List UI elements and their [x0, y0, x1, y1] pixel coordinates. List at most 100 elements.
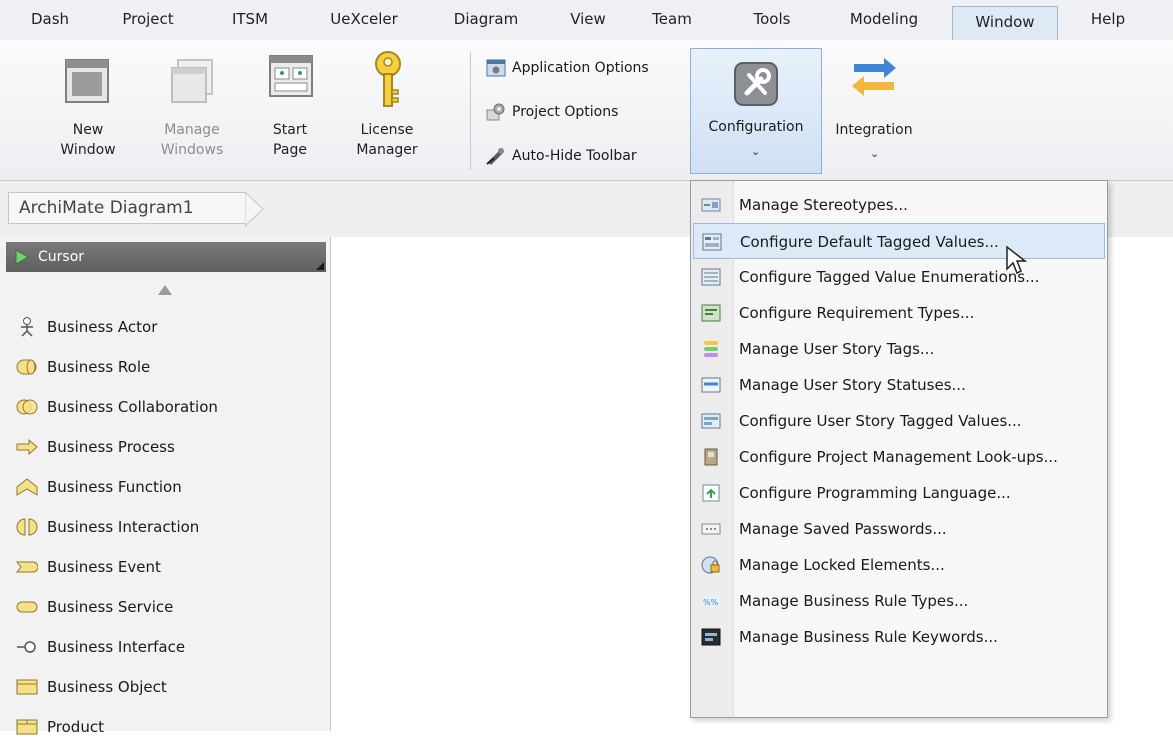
palette-item-label: Business Actor: [47, 318, 158, 336]
new-window-label-2: Window: [60, 142, 116, 158]
auto-hide-toolbar-icon: [486, 148, 504, 165]
key-icon: [375, 51, 401, 107]
manage-windows-label-2: Windows: [160, 142, 224, 158]
password-icon: [701, 523, 721, 535]
svg-text:%%: %%: [703, 598, 719, 607]
menu-diagram[interactable]: Diagram: [440, 0, 532, 40]
menu-team[interactable]: Team: [638, 0, 706, 40]
cursor-tool[interactable]: Cursor: [6, 242, 326, 272]
menu-view[interactable]: View: [554, 0, 622, 40]
palette-item-label: Business Role: [47, 358, 151, 376]
palette-item-label: Business Function: [47, 478, 182, 496]
menu-item-manage-business-rule-types[interactable]: %% Manage Business Rule Types...: [693, 583, 1105, 619]
service-icon: [16, 601, 38, 613]
tools-icon: [734, 62, 778, 106]
menu-project[interactable]: Project: [108, 0, 188, 40]
palette-item-label: Business Interaction: [47, 518, 200, 536]
integration-button[interactable]: Integration ⌄: [828, 40, 920, 180]
menu-item-configure-default-tagged-values[interactable]: Configure Default Tagged Values...: [693, 223, 1105, 259]
scroll-up-icon[interactable]: [158, 285, 172, 295]
license-manager-label-1: License: [360, 122, 414, 138]
menu-uexceler[interactable]: UeXceler: [318, 0, 410, 40]
manage-windows-label-1: Manage: [164, 122, 220, 138]
menu-item-manage-saved-passwords[interactable]: Manage Saved Passwords...: [693, 511, 1105, 547]
process-icon: [16, 438, 38, 456]
menu-item-configure-programming-language[interactable]: Configure Programming Language...: [693, 475, 1105, 511]
menu-help[interactable]: Help: [1078, 0, 1138, 40]
application-options-label: Application Options: [512, 60, 649, 76]
start-page-button[interactable]: Start Page: [252, 40, 328, 180]
license-manager-label-2: Manager: [356, 142, 418, 158]
user-story-tags-icon: [704, 341, 718, 357]
palette-item-label: Business Process: [47, 438, 175, 456]
actor-icon: [21, 317, 33, 337]
configuration-menu: Manage Stereotypes... Configure Default …: [690, 180, 1108, 718]
menu-item-manage-locked-elements[interactable]: Manage Locked Elements...: [693, 547, 1105, 583]
menu-item-configure-tagged-value-enumerations[interactable]: Configure Tagged Value Enumerations...: [693, 259, 1105, 295]
palette-item-label: Business Object: [47, 678, 167, 696]
menu-item-label: Manage Stereotypes...: [739, 196, 908, 214]
function-icon: [16, 478, 38, 496]
project-options-label: Project Options: [512, 104, 619, 120]
event-icon: [16, 561, 38, 573]
ribbon-toolbar: New Window Manage Windows Start Page Lic…: [0, 40, 1173, 181]
corner-triangle-icon: [316, 262, 324, 270]
diagram-palette: Cursor Business Actor Business Role Busi…: [0, 237, 331, 736]
object-icon: [16, 679, 38, 695]
menu-item-manage-stereotypes[interactable]: Manage Stereotypes...: [693, 187, 1105, 223]
lookups-icon: [704, 448, 718, 466]
manage-windows-button[interactable]: Manage Windows: [140, 40, 244, 180]
menu-item-label: Configure User Story Tagged Values...: [739, 412, 1022, 430]
menu-item-configure-user-story-tagged-values[interactable]: Configure User Story Tagged Values...: [693, 403, 1105, 439]
menu-itsm[interactable]: ITSM: [220, 0, 280, 40]
menu-item-label: Manage User Story Statuses...: [739, 376, 966, 394]
new-window-button[interactable]: New Window: [40, 40, 136, 180]
start-page-icon: [269, 55, 313, 97]
application-options-icon: [486, 59, 506, 77]
menu-item-label: Configure Requirement Types...: [739, 304, 975, 322]
tagged-values-icon: [702, 233, 722, 251]
menu-item-manage-user-story-tags[interactable]: Manage User Story Tags...: [693, 331, 1105, 367]
menu-item-label: Configure Programming Language...: [739, 484, 1011, 502]
menu-window[interactable]: Window: [952, 6, 1058, 40]
menu-item-label: Manage Business Rule Types...: [739, 592, 969, 610]
interaction-icon: [16, 518, 38, 536]
menu-item-label: Configure Project Management Look-ups...: [739, 448, 1058, 466]
collaboration-icon: [16, 399, 38, 415]
ribbon-separator: [470, 52, 471, 170]
requirement-icon: [701, 304, 721, 322]
integration-icon: [852, 58, 896, 96]
breadcrumb-label: ArchiMate Diagram1: [19, 198, 194, 218]
menu-item-manage-business-rule-keywords[interactable]: Manage Business Rule Keywords...: [693, 619, 1105, 655]
menu-item-configure-requirement-types[interactable]: Configure Requirement Types...: [693, 295, 1105, 331]
chevron-down-icon: ⌄: [751, 145, 761, 158]
business-rule-keywords-icon: [701, 628, 721, 646]
role-icon: [16, 359, 37, 375]
product-icon: [16, 719, 38, 735]
menu-dash[interactable]: Dash: [20, 0, 80, 40]
menu-item-label: Manage Saved Passwords...: [739, 520, 947, 538]
menu-item-label: Manage Business Rule Keywords...: [739, 628, 998, 646]
auto-hide-toolbar-label: Auto-Hide Toolbar: [512, 148, 637, 164]
user-story-tagged-values-icon: [701, 413, 721, 429]
interface-icon: [17, 641, 36, 653]
palette-item-label: Business Service: [47, 598, 174, 616]
breadcrumb-arrow-icon: [245, 191, 264, 227]
menu-item-label: Configure Tagged Value Enumerations...: [739, 268, 1040, 286]
configuration-button[interactable]: Configuration ⌄: [690, 48, 822, 174]
palette-item-label: Business Event: [47, 558, 161, 576]
menu-modeling[interactable]: Modeling: [834, 0, 934, 40]
menu-item-label: Manage Locked Elements...: [739, 556, 945, 574]
mouse-pointer-icon: [1006, 245, 1027, 275]
palette-item-label: Business Interface: [47, 638, 186, 656]
programming-language-icon: [702, 484, 720, 502]
menu-item-configure-project-management-look-ups[interactable]: Configure Project Management Look-ups...: [693, 439, 1105, 475]
menu-item-manage-user-story-statuses[interactable]: Manage User Story Statuses...: [693, 367, 1105, 403]
menu-item-label: Manage User Story Tags...: [739, 340, 935, 358]
lock-icon: [701, 556, 720, 574]
menu-tools[interactable]: Tools: [734, 0, 810, 40]
license-manager-button[interactable]: License Manager: [342, 40, 432, 180]
start-page-label-2: Page: [273, 142, 307, 158]
business-rule-types-icon: %%: [702, 595, 720, 607]
breadcrumb[interactable]: ArchiMate Diagram1: [8, 192, 246, 224]
